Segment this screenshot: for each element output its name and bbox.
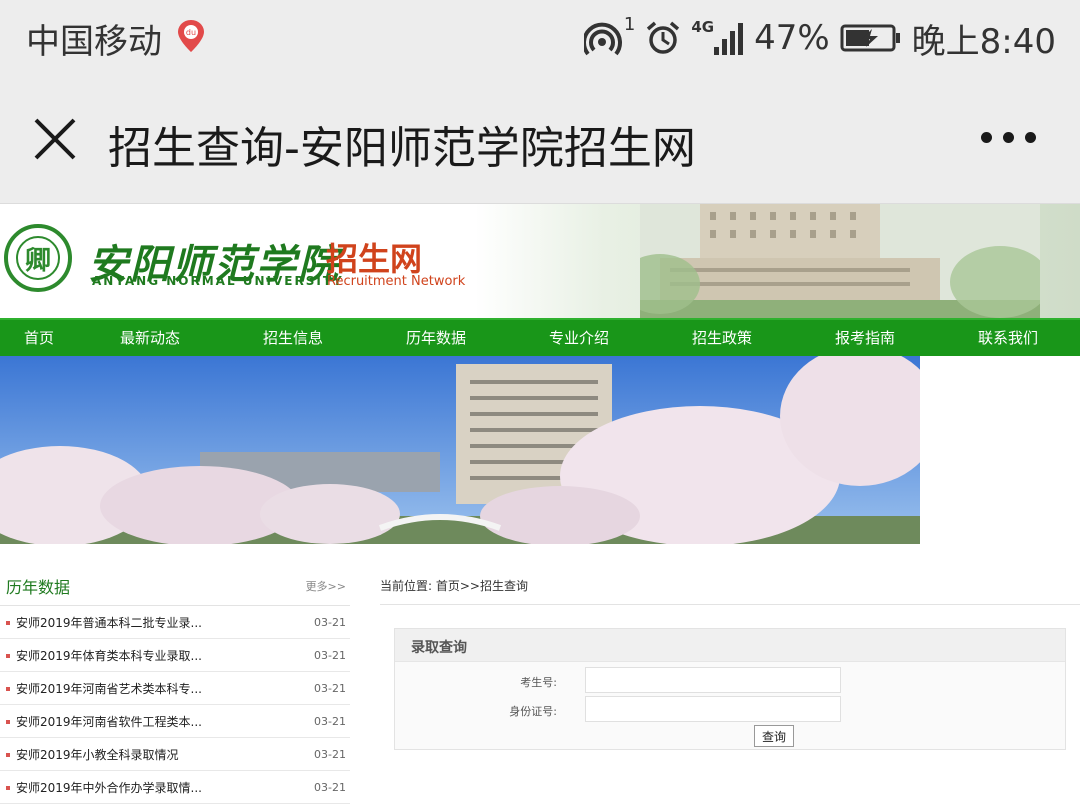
campus-banner-image [0, 356, 920, 544]
list-item-date: 03-21 [314, 781, 346, 794]
id-number-label: 身份证号: [509, 705, 557, 718]
id-number-input[interactable] [585, 696, 841, 722]
university-seal-logo[interactable]: 卿 [4, 224, 72, 292]
network-type: 4G [691, 18, 715, 36]
site-header: 卿 安阳师范学院 ANYANG NORMAL UNIVERSITY 招生网 Re… [0, 204, 1080, 318]
exam-number-label: 考生号: [520, 676, 557, 689]
dot [981, 132, 992, 143]
close-icon[interactable] [32, 116, 78, 162]
panel-title: 历年数据 [6, 578, 71, 597]
recruitment-title-en: Recruitment Network [327, 274, 466, 289]
clock-time: 晚上8:40 [911, 21, 1056, 62]
bullet-icon [6, 621, 10, 625]
list-item-title[interactable]: 安师2019年普通本科二批专业录... [16, 614, 202, 631]
baidu-location-icon: du [178, 20, 204, 52]
wifi-badge: 1 [623, 14, 636, 35]
bullet-icon [6, 654, 10, 658]
nav-contact[interactable]: 联系我们 [936, 320, 1080, 356]
battery-percent: 47% [754, 18, 830, 58]
page-title: 招生查询-安阳师范学院招生网 [108, 123, 696, 174]
list-item-title[interactable]: 安师2019年体育类本科专业录取... [16, 647, 202, 664]
list-item[interactable]: 安师2019年普通本科二批专业录... 03-21 [0, 606, 350, 639]
list-item-title[interactable]: 安师2019年中外合作办学录取情... [16, 779, 202, 796]
bullet-icon [6, 753, 10, 757]
bullet-icon [6, 786, 10, 790]
signal-strength-icon [714, 23, 744, 55]
query-submit-button[interactable]: 查询 [754, 725, 794, 747]
nav-policies[interactable]: 招生政策 [650, 320, 794, 356]
list-item-date: 03-21 [314, 748, 346, 761]
list-item[interactable]: 安师2019年小教全科录取情况 03-21 [0, 738, 350, 771]
dot [1003, 132, 1014, 143]
list-item-date: 03-21 [314, 682, 346, 695]
more-link[interactable]: 更多>> [306, 578, 346, 594]
list-item-title[interactable]: 安师2019年河南省软件工程类本... [16, 713, 202, 730]
alarm-clock-icon [647, 21, 680, 54]
university-name-en: ANYANG NORMAL UNIVERSITY [92, 274, 344, 288]
list-item-title[interactable]: 安师2019年河南省艺术类本科专... [16, 680, 202, 697]
list-item[interactable]: 安师2019年河南省软件工程类本... 03-21 [0, 705, 350, 738]
campus-building-image [640, 204, 1040, 318]
nav-home[interactable]: 首页 [0, 320, 78, 356]
query-panel-header: 录取查询 [395, 629, 1065, 662]
list-item[interactable]: 安师2019年河南省艺术类本科专... 03-21 [0, 672, 350, 705]
list-item[interactable]: 安师2019年体育类本科专业录取... 03-21 [0, 639, 350, 672]
historical-data-panel: 历年数据 更多>> 安师2019年普通本科二批专业录... 03-21 安师20… [0, 566, 350, 804]
list-item-date: 03-21 [314, 616, 346, 629]
admission-query-panel: 录取查询 考生号: 身份证号: 查询 [394, 628, 1066, 750]
list-item[interactable]: 安师2019年中外合作办学录取情... 03-21 [0, 771, 350, 804]
more-options-icon[interactable] [981, 132, 1036, 143]
nav-guide[interactable]: 报考指南 [794, 320, 936, 356]
main-navigation: 首页 最新动态 招生信息 历年数据 专业介绍 招生政策 报考指南 联系我们 [0, 318, 1080, 356]
list-item-date: 03-21 [314, 649, 346, 662]
nav-historical-data[interactable]: 历年数据 [364, 320, 508, 356]
status-bar: 中国移动 du 1 4G 47% 晚上8:40 [0, 0, 1080, 76]
bullet-icon [6, 687, 10, 691]
list-item-date: 03-21 [314, 715, 346, 728]
battery-charging-icon [840, 24, 900, 52]
carrier-name: 中国移动 [26, 22, 162, 62]
nav-majors[interactable]: 专业介绍 [508, 320, 650, 356]
seal-char: 卿 [16, 236, 60, 280]
query-panel-title: 录取查询 [411, 640, 467, 656]
breadcrumb: 当前位置: 首页>>招生查询 [380, 579, 528, 593]
svg-text:du: du [186, 28, 196, 37]
panel-header: 历年数据 更多>> [0, 566, 350, 606]
exam-number-input[interactable] [585, 667, 841, 693]
wifi-hotspot-icon [583, 22, 622, 56]
browser-title-bar: 招生查询-安阳师范学院招生网 [0, 76, 1080, 204]
list-item-title[interactable]: 安师2019年小教全科录取情况 [16, 746, 179, 763]
nav-admission-info[interactable]: 招生信息 [222, 320, 364, 356]
nav-latest-news[interactable]: 最新动态 [78, 320, 222, 356]
divider [380, 604, 1080, 605]
dot [1025, 132, 1036, 143]
bullet-icon [6, 720, 10, 724]
status-indicators: 1 4G 47% 晚上8:40 [583, 14, 1056, 62]
